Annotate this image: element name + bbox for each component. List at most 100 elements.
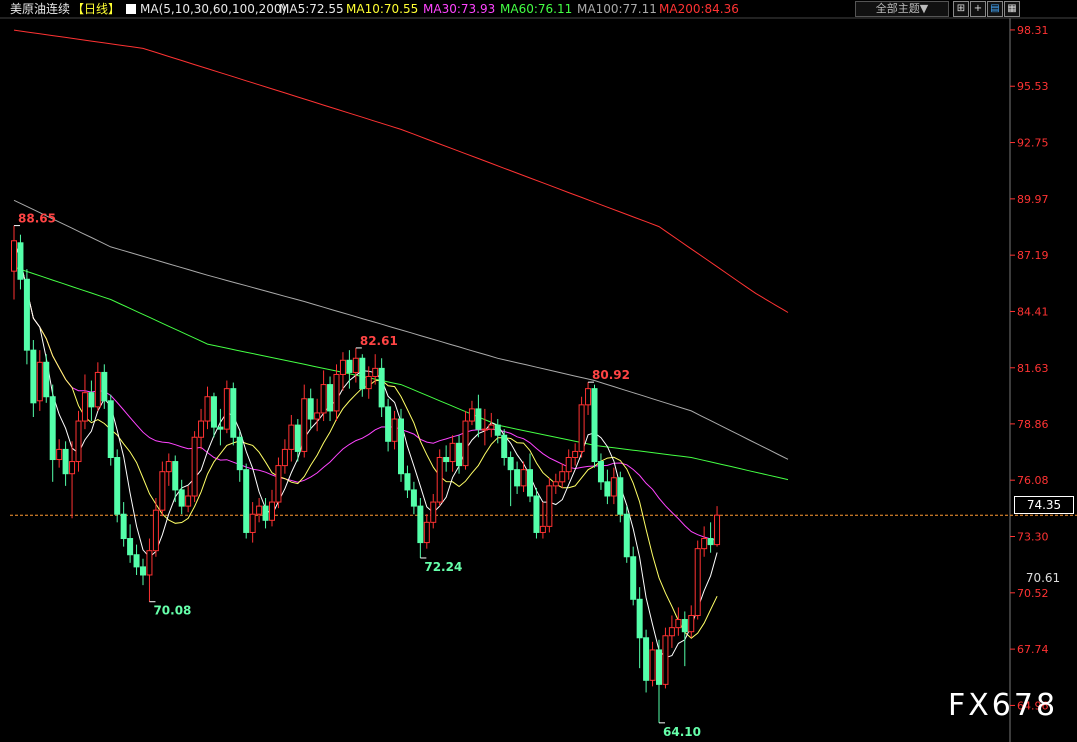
candle-body <box>456 442 463 467</box>
candle-body <box>236 436 243 471</box>
candle-body <box>398 418 404 475</box>
chart-icon[interactable]: ▤ <box>987 1 1003 17</box>
candle-body <box>62 448 69 475</box>
candle-body <box>656 649 662 685</box>
candle-body <box>223 388 230 430</box>
candle-body <box>688 614 695 633</box>
candle-body <box>597 461 604 483</box>
color-swatch-icon <box>126 4 136 14</box>
candle-body <box>391 418 398 442</box>
y-tick-label: 78.86 <box>1017 418 1049 431</box>
candle-body <box>675 619 682 629</box>
candle-body <box>327 384 334 412</box>
grid-icon[interactable]: ▦ <box>1004 1 1020 17</box>
candle-body <box>423 521 430 544</box>
candle-body <box>591 388 598 463</box>
candle-body <box>185 495 192 507</box>
candle-body <box>507 457 514 471</box>
annotation-label: 64.10 <box>663 725 701 739</box>
ma100-value: MA100:77.11 <box>577 2 657 16</box>
candle-body <box>694 548 701 616</box>
candle-body <box>365 375 372 390</box>
candle-body <box>610 477 617 497</box>
annotation-label: 82.61 <box>360 334 398 348</box>
candle-body <box>617 477 624 515</box>
axis-value-tag: 70.61 <box>1014 570 1072 586</box>
candle-body <box>636 598 643 639</box>
ma10-value: MA10:70.55 <box>346 2 419 16</box>
candle-body <box>81 392 88 422</box>
candle-body <box>462 420 469 467</box>
candle-body <box>249 513 256 533</box>
candle-body <box>552 481 559 487</box>
period-label[interactable]: 【日线】 <box>72 0 120 18</box>
candle-body <box>681 619 688 633</box>
candle-body <box>604 481 611 497</box>
candle-body <box>514 469 521 487</box>
candle-body <box>585 388 592 406</box>
plus-icon[interactable]: + <box>970 1 986 17</box>
y-tick-label: 81.63 <box>1017 362 1049 375</box>
candle-body <box>649 649 656 681</box>
candle-body <box>107 400 114 459</box>
candle-body <box>301 398 308 452</box>
candle-body <box>294 424 301 452</box>
candle-body <box>520 469 527 487</box>
candle-body <box>346 359 353 373</box>
candle-body <box>49 396 56 461</box>
candle-body <box>204 396 211 422</box>
candle-body <box>114 457 121 515</box>
candle-body <box>191 436 198 497</box>
ma5-value: MA5:72.55 <box>279 2 344 16</box>
y-tick-label: 67.74 <box>1017 643 1049 656</box>
ma30-value: MA30:73.93 <box>423 2 496 16</box>
candle-body <box>643 637 650 681</box>
y-tick-label: 76.08 <box>1017 474 1049 487</box>
candle-body <box>210 396 217 428</box>
candle-body <box>88 392 95 408</box>
y-tick-label: 70.52 <box>1017 587 1049 600</box>
candle-body <box>372 367 379 377</box>
candle-body <box>256 505 263 515</box>
candle-body <box>320 384 327 414</box>
candle-body <box>146 550 153 576</box>
candlestick-chart[interactable]: 98.31 95.53 92.75 89.97 87.19 84.41 81.63 78.86… <box>0 0 1077 742</box>
ma200-line <box>13 29 789 313</box>
candle-body <box>172 461 179 491</box>
annotation-label: 70.08 <box>153 604 191 618</box>
candle-body <box>430 501 437 523</box>
annotation-label: 72.24 <box>424 560 462 574</box>
candle-body <box>417 505 424 544</box>
current-price-tag: 74.35 <box>1014 496 1074 514</box>
candle-body <box>307 398 314 420</box>
candle-body <box>230 388 237 438</box>
candle-body <box>352 357 359 373</box>
candle-body <box>662 635 669 685</box>
candle-body <box>159 471 166 511</box>
candle-body <box>443 457 450 463</box>
candle-body <box>701 538 708 550</box>
candle-body <box>546 485 553 527</box>
instrument-name: 美原油连续 <box>10 2 71 16</box>
candle-body <box>75 420 82 463</box>
candle-body <box>36 361 43 402</box>
candle-body <box>385 406 392 442</box>
candle-body <box>494 424 501 436</box>
candle-body <box>314 412 321 420</box>
candle-body <box>101 371 108 402</box>
expand-icon[interactable]: ⊞ <box>953 1 969 17</box>
annotation-label: 88.65 <box>18 212 56 226</box>
candle-body <box>404 473 411 491</box>
candle-body <box>198 420 205 438</box>
ma60-value: MA60:76.11 <box>500 2 573 16</box>
candle-body <box>269 501 275 521</box>
candle-body <box>501 434 508 459</box>
y-tick-label: 73.30 <box>1017 531 1049 544</box>
candle-body <box>11 240 17 272</box>
candle-body <box>436 457 443 503</box>
theme-selector-button[interactable]: 全部主题▼ <box>855 1 949 17</box>
watermark-logo: FX678 <box>948 688 1059 723</box>
candle-body <box>449 442 456 463</box>
candle-body <box>410 489 417 507</box>
candle-body <box>43 361 50 398</box>
